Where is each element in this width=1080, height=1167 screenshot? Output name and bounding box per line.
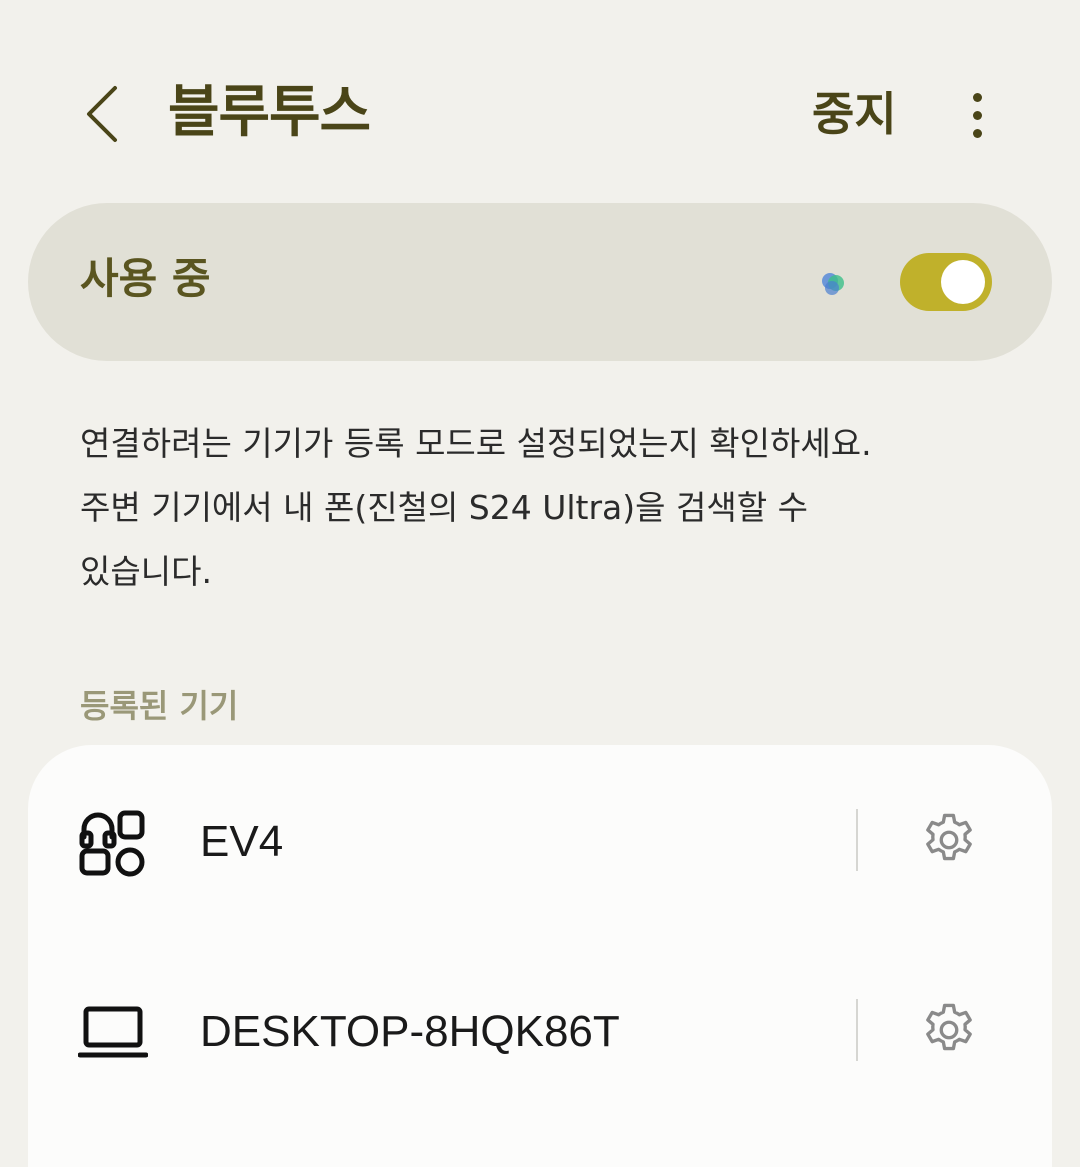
headset-apps-icon	[79, 810, 145, 877]
device-name: EV4	[200, 817, 284, 866]
device-settings-button[interactable]	[916, 807, 982, 873]
bluetooth-settings-screen: 블루투스 중지 사용 중 연결하려는 기기가 등록 모드로 설정되었는지 확인하…	[0, 0, 1080, 1167]
header: 블루투스 중지	[0, 0, 1080, 220]
list-item[interactable]: EV4	[28, 745, 1052, 935]
master-switch-label: 사용 중	[80, 254, 211, 303]
more-options-icon	[972, 92, 982, 102]
scanning-indicator-icon	[822, 273, 844, 295]
page-title: 블루투스	[168, 80, 371, 145]
divider	[856, 999, 858, 1061]
divider	[856, 809, 858, 871]
more-options-dot	[972, 128, 982, 138]
instruction-line: 있습니다.	[80, 552, 212, 591]
gear-icon	[926, 1003, 972, 1051]
paired-devices-header: 등록된 기기	[80, 687, 239, 725]
paired-devices-list: EV4 DESKTOP-8HQK86T	[28, 745, 1052, 1167]
laptop-icon	[78, 1006, 148, 1058]
more-options-dot	[972, 110, 982, 120]
bluetooth-toggle[interactable]	[900, 253, 992, 311]
list-item[interactable]: DESKTOP-8HQK86T	[28, 935, 1052, 1125]
more-options-button[interactable]	[950, 82, 1004, 148]
instruction-line: 주변 기기에서 내 폰(진철의 S24 Ultra)을 검색할 수	[80, 488, 808, 527]
bluetooth-master-switch-row[interactable]: 사용 중	[28, 203, 1052, 361]
back-button[interactable]	[68, 76, 138, 152]
device-settings-button[interactable]	[916, 997, 982, 1063]
instruction-line: 연결하려는 기기가 등록 모드로 설정되었는지 확인하세요.	[80, 424, 872, 463]
chevron-left-icon	[87, 86, 117, 142]
toggle-knob	[941, 260, 985, 304]
stop-scan-button[interactable]: 중지	[812, 84, 897, 144]
device-name: DESKTOP-8HQK86T	[200, 1007, 620, 1056]
pairing-instructions: 연결하려는 기기가 등록 모드로 설정되었는지 확인하세요. 주변 기기에서 내…	[80, 412, 1000, 604]
gear-icon	[926, 813, 972, 861]
